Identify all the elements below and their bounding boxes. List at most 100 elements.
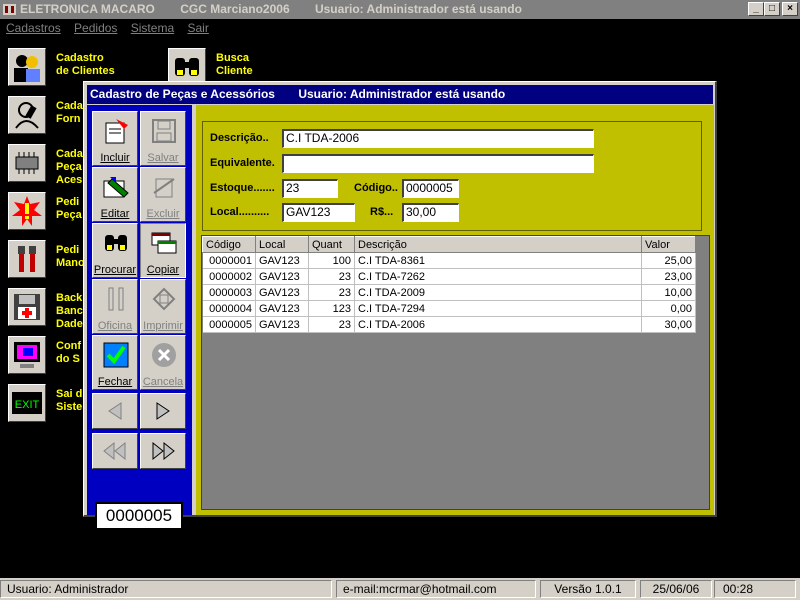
local-field[interactable]: GAV123 bbox=[282, 203, 355, 222]
app-cgc: CGC Marciano2006 bbox=[180, 2, 290, 16]
cell-local: GAV123 bbox=[255, 284, 309, 301]
status-time: 00:28 bbox=[714, 580, 796, 598]
table-row[interactable]: 0000003 GAV123 23 C.I TDA-2009 10,00 bbox=[202, 284, 696, 301]
record-form: Descrição.. C.I TDA-2006 Equivalente. Es… bbox=[202, 121, 702, 231]
cell-descricao: C.I TDA-2006 bbox=[354, 316, 642, 333]
column-header-valor[interactable]: Valor bbox=[641, 236, 696, 253]
column-header-codigo[interactable]: Código bbox=[202, 236, 256, 253]
last-record-button[interactable] bbox=[140, 433, 186, 469]
cell-valor: 0,00 bbox=[641, 300, 696, 317]
codigo-label: Código.. bbox=[354, 182, 398, 194]
copiar-button[interactable]: Copiar bbox=[140, 223, 186, 278]
estoque-field[interactable]: 23 bbox=[282, 179, 338, 198]
cancela-label: Cancela bbox=[142, 376, 184, 388]
table-row[interactable]: 0000004 GAV123 123 C.I TDA-7294 0,00 bbox=[202, 300, 696, 317]
shortcut-label: Cada Forn bbox=[56, 100, 83, 125]
edit-icon bbox=[103, 177, 129, 198]
copy-icon bbox=[151, 232, 177, 254]
table-row[interactable]: 0000005 GAV123 23 C.I TDA-2006 30,00 bbox=[202, 316, 696, 333]
menu-sistema[interactable]: Sistema bbox=[131, 21, 174, 35]
menu-pedidos[interactable]: Pedidos bbox=[74, 21, 117, 35]
shortcut-sair[interactable]: EXIT Sai d Siste bbox=[8, 384, 82, 422]
cell-local: GAV123 bbox=[255, 252, 309, 269]
cell-descricao: C.I TDA-7262 bbox=[354, 268, 642, 285]
table-row[interactable]: 0000001 GAV123 100 C.I TDA-8361 25,00 bbox=[202, 252, 696, 269]
cell-valor: 23,00 bbox=[641, 268, 696, 285]
maximize-button[interactable]: □ bbox=[764, 2, 780, 16]
incluir-button[interactable]: Incluir bbox=[92, 111, 138, 166]
cell-local: GAV123 bbox=[255, 268, 309, 285]
menu-cadastros[interactable]: Cadastros bbox=[6, 21, 61, 35]
double-left-icon bbox=[103, 441, 126, 461]
oficina-button[interactable]: Oficina bbox=[92, 279, 138, 334]
close-button[interactable]: × bbox=[782, 2, 798, 16]
previous-record-button[interactable] bbox=[92, 393, 138, 429]
first-record-button[interactable] bbox=[92, 433, 138, 469]
add-document-icon bbox=[105, 119, 128, 144]
shortcut-cadastro-fornecedor[interactable]: Cada Forn bbox=[8, 96, 83, 134]
descricao-field[interactable]: C.I TDA-2006 bbox=[282, 129, 594, 148]
incluir-label: Incluir bbox=[100, 152, 130, 164]
salvar-button[interactable]: Salvar bbox=[140, 111, 186, 166]
monitor-icon bbox=[8, 336, 46, 374]
codigo-field[interactable]: 0000005 bbox=[402, 179, 459, 198]
shortcut-pedido-pecas[interactable]: Pedi Peça bbox=[8, 192, 82, 230]
cell-quant: 100 bbox=[308, 252, 355, 269]
shortcut-pedido-manutencao[interactable]: Pedi Mano bbox=[8, 240, 85, 278]
triangle-left-icon bbox=[108, 402, 122, 420]
app-user: Usuario: Administrador está usando bbox=[314, 2, 522, 16]
shortcut-label: Cada Peça Aces bbox=[56, 148, 83, 186]
shortcut-cadastro-pecas[interactable]: Cada Peça Aces bbox=[8, 144, 83, 187]
cell-codigo: 0000002 bbox=[202, 268, 256, 285]
status-email: e-mail:mcrmar@hotmail.com bbox=[336, 580, 536, 598]
cell-valor: 25,00 bbox=[641, 252, 696, 269]
shortcut-label: Pedi Mano bbox=[56, 244, 85, 269]
shortcut-label: Conf do S bbox=[56, 340, 82, 365]
status-version: Versão 1.0.1 bbox=[540, 580, 636, 598]
menu-sair[interactable]: Sair bbox=[187, 21, 208, 35]
binoculars-icon bbox=[105, 235, 127, 251]
descricao-label: Descrição.. bbox=[210, 132, 269, 144]
exit-icon: EXIT bbox=[8, 384, 46, 422]
parts-table: Código Local Quant Descrição Valor 00000… bbox=[202, 236, 696, 333]
cell-codigo: 0000003 bbox=[202, 284, 256, 301]
cell-descricao: C.I TDA-2009 bbox=[354, 284, 642, 301]
cancel-icon bbox=[152, 343, 176, 367]
triangle-right-icon bbox=[156, 402, 170, 420]
minimize-button[interactable]: _ bbox=[748, 2, 764, 16]
dialog-user: Usuario: Administrador está usando bbox=[298, 87, 506, 101]
floppy-icon bbox=[8, 288, 46, 326]
cell-local: GAV123 bbox=[255, 316, 309, 333]
shortcut-label: Pedi Peça bbox=[56, 196, 82, 221]
table-header-row: Código Local Quant Descrição Valor bbox=[202, 236, 696, 253]
shortcut-configuracao[interactable]: Conf do S bbox=[8, 336, 81, 374]
table-row[interactable]: 0000002 GAV123 23 C.I TDA-7262 23,00 bbox=[202, 268, 696, 285]
column-header-descricao[interactable]: Descrição bbox=[354, 236, 642, 253]
equivalente-field[interactable] bbox=[282, 154, 594, 173]
shortcut-label: Busca Cliente bbox=[216, 52, 253, 77]
equivalente-label: Equivalente. bbox=[210, 157, 275, 169]
column-header-quant[interactable]: Quant bbox=[308, 236, 355, 253]
preco-field[interactable]: 30,00 bbox=[402, 203, 459, 222]
imprimir-button[interactable]: Imprimir bbox=[140, 279, 186, 334]
cell-descricao: C.I TDA-8361 bbox=[354, 252, 642, 269]
next-record-button[interactable] bbox=[140, 393, 186, 429]
local-label: Local.......... bbox=[210, 206, 270, 218]
fechar-button[interactable]: Fechar bbox=[92, 335, 138, 390]
cadastro-pecas-dialog: Cadastro de Peças e Acessórios Usuario: … bbox=[83, 81, 717, 530]
cell-codigo: 0000005 bbox=[202, 316, 256, 333]
app-title: ELETRONICA MACARO bbox=[20, 2, 155, 16]
column-header-local[interactable]: Local bbox=[255, 236, 309, 253]
record-counter: 0000005 bbox=[95, 502, 183, 530]
editar-button[interactable]: Editar bbox=[92, 167, 138, 222]
excluir-button[interactable]: Excluir bbox=[140, 167, 186, 222]
shortcut-backup[interactable]: Back Banc Dade bbox=[8, 288, 83, 331]
cell-valor: 30,00 bbox=[641, 316, 696, 333]
cell-descricao: C.I TDA-7294 bbox=[354, 300, 642, 317]
record-panel: Descrição.. C.I TDA-2006 Equivalente. Es… bbox=[196, 105, 714, 515]
double-right-icon bbox=[152, 441, 175, 461]
excluir-label: Excluir bbox=[146, 208, 180, 220]
procurar-button[interactable]: Procurar bbox=[92, 223, 138, 278]
cancela-button[interactable]: Cancela bbox=[140, 335, 186, 390]
checkmark-icon bbox=[103, 342, 129, 368]
